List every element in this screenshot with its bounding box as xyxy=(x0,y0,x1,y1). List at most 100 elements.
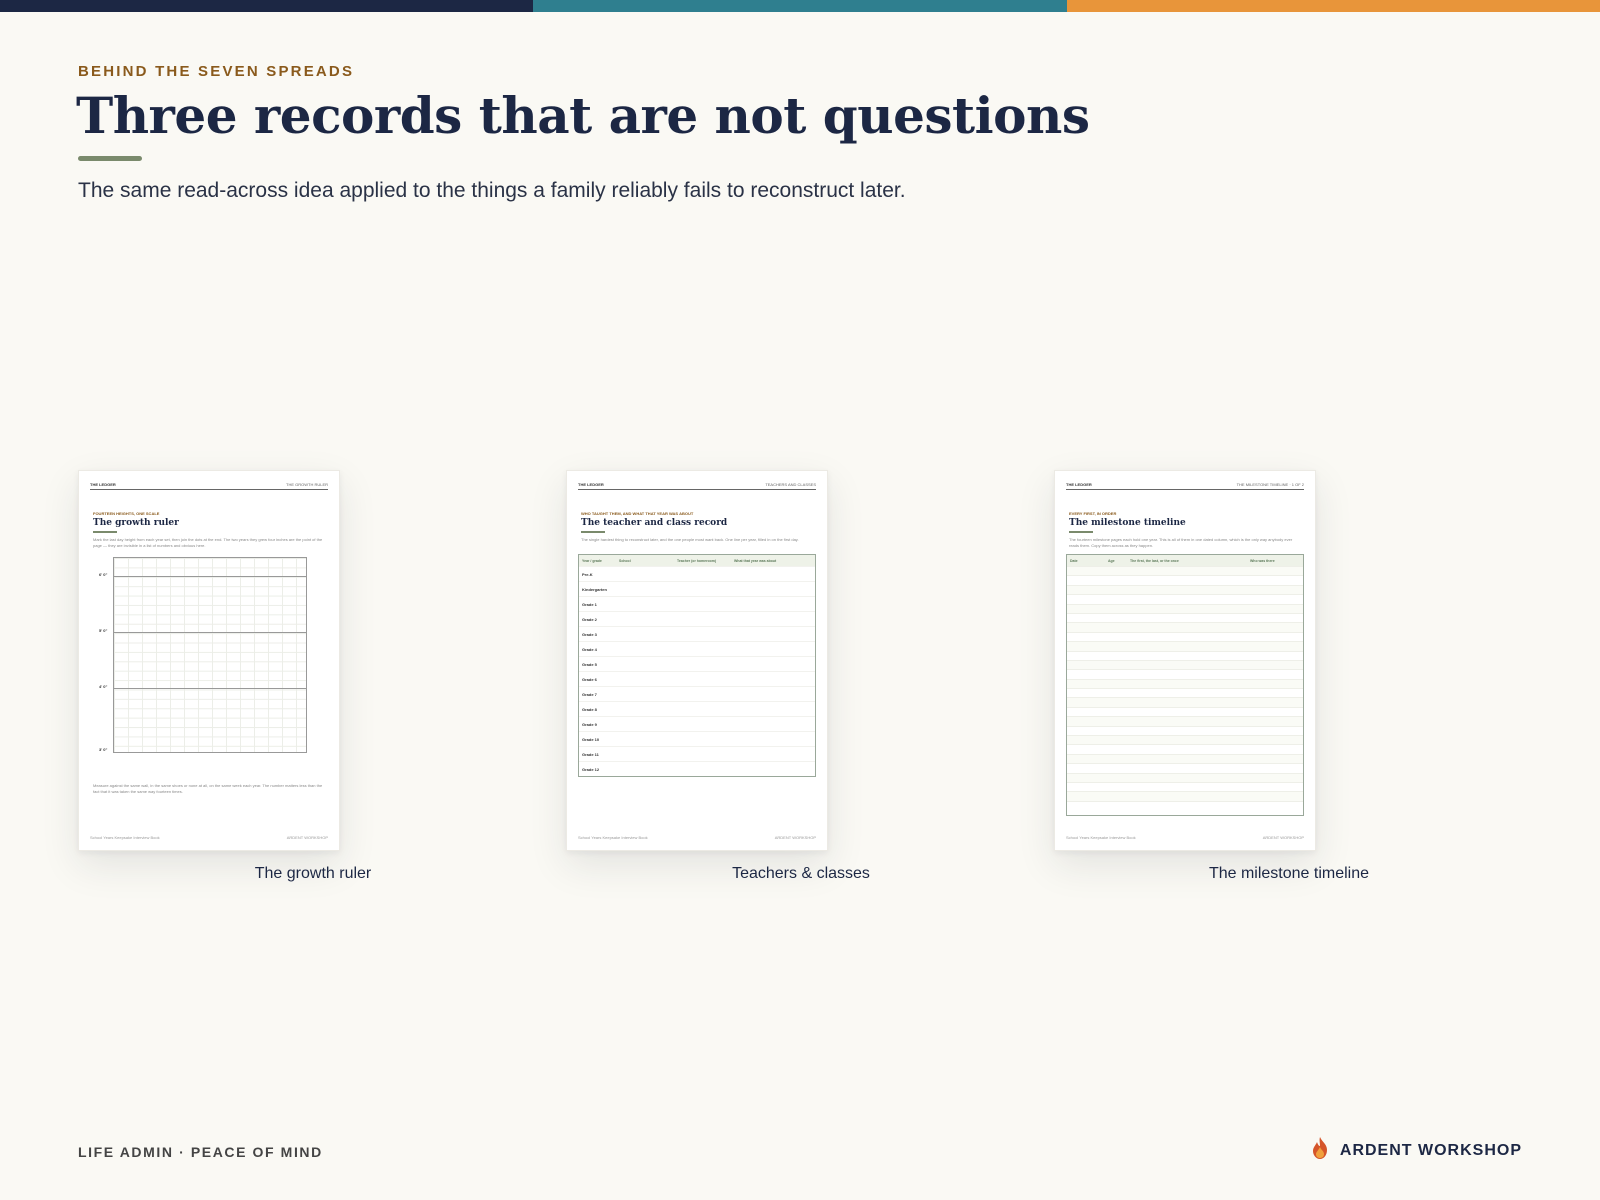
height-grid xyxy=(113,557,307,753)
table-row xyxy=(1067,763,1303,772)
page-footer-left: School Years Keepsake Interview Book xyxy=(90,835,160,840)
table-row xyxy=(1067,791,1303,801)
table-column-header: Date xyxy=(1070,558,1078,563)
page-mini-title: The growth ruler xyxy=(93,518,179,528)
table-row xyxy=(1067,622,1303,632)
table-row: Grade 4 xyxy=(579,641,815,656)
page-footer-right: ARDENT WORKSHOP xyxy=(774,835,816,840)
table-row: Pre-K xyxy=(579,566,815,581)
title-underline xyxy=(78,156,142,161)
page-eyebrow: FOURTEEN HEIGHTS, ONE SCALE xyxy=(93,511,160,516)
table-row xyxy=(1067,650,1303,660)
section-eyebrow: BEHIND THE SEVEN SPREADS xyxy=(78,63,355,80)
card-growth-ruler[interactable]: THE LEDGER THE GROWTH RULER FOURTEEN HEI… xyxy=(78,470,340,851)
page-footer-left: School Years Keepsake Interview Book xyxy=(1066,835,1136,840)
top-bar-orange-segment xyxy=(1066,0,1600,12)
page-footer: School Years Keepsake Interview Book ARD… xyxy=(578,835,816,840)
grade-label: Grade 9 xyxy=(582,721,597,727)
table-row: Grade 6 xyxy=(579,671,815,686)
milestone-table: Date Age The first, the last, or the onc… xyxy=(1066,554,1304,816)
table-row xyxy=(1067,659,1303,670)
table-row: Grade 10 xyxy=(579,731,815,746)
table-row: Grade 9 xyxy=(579,716,815,731)
top-color-bar xyxy=(0,0,1600,12)
page-footer-left: School Years Keepsake Interview Book xyxy=(578,835,648,840)
footer-tagline: LIFE ADMIN · PEACE OF MIND xyxy=(78,1144,323,1160)
table-header: Year / grade School Teacher (or homeroom… xyxy=(579,555,815,566)
brand-name: ARDENT WORKSHOP xyxy=(1339,1141,1522,1159)
table-row: Grade 7 xyxy=(579,686,815,701)
grid-major-line xyxy=(114,576,306,577)
flame-icon xyxy=(1309,1136,1331,1165)
table-column-header: What that year was about xyxy=(734,558,777,563)
card-teachers-classes[interactable]: THE LEDGER TEACHERS AND CLASSES WHO TAUG… xyxy=(566,470,828,851)
page-mini-title: The milestone timeline xyxy=(1069,518,1186,528)
caption-teachers-classes: Teachers & classes xyxy=(732,865,870,882)
grade-label: Grade 1 xyxy=(582,601,597,607)
grade-label: Grade 8 xyxy=(582,706,597,712)
page-header-rule xyxy=(1066,489,1304,490)
grade-label: Pre-K xyxy=(582,571,593,577)
grade-label: Grade 12 xyxy=(582,766,600,772)
page-note: Measure against the same wall, in the sa… xyxy=(93,783,323,794)
page-title-rule xyxy=(1069,531,1093,533)
table-column-header: Who was there xyxy=(1250,558,1275,563)
grade-label: Grade 2 xyxy=(582,616,597,622)
table-row: Grade 12 xyxy=(579,761,815,776)
brand-mark: ARDENT WORKSHOP xyxy=(1309,1136,1522,1165)
caption-growth-ruler: The growth ruler xyxy=(254,865,372,882)
table-row xyxy=(1067,800,1303,810)
table-row xyxy=(1067,716,1303,726)
top-bar-teal-segment xyxy=(533,0,1067,12)
page-intro: Mark the last day height from each year … xyxy=(93,537,323,548)
table-header: Date Age The first, the last, or the onc… xyxy=(1067,555,1303,566)
grid-major-line xyxy=(114,688,306,689)
feet-label: 3' 0" xyxy=(99,747,108,752)
table-row xyxy=(1067,744,1303,753)
page-subtitle: The same read-across idea applied to the… xyxy=(78,179,906,202)
table-row: Grade 1 xyxy=(579,596,815,611)
page-eyebrow: EVERY FIRST, IN ORDER xyxy=(1069,511,1117,516)
page-footer: School Years Keepsake Interview Book ARD… xyxy=(1066,835,1304,840)
grade-label: Grade 10 xyxy=(582,736,600,742)
grade-label: Grade 4 xyxy=(582,646,597,652)
grade-label: Grade 5 xyxy=(582,661,597,667)
table-row xyxy=(1067,612,1303,622)
table-row xyxy=(1067,725,1303,735)
table-row xyxy=(1067,575,1303,584)
card-milestone-timeline[interactable]: THE LEDGER THE MILESTONE TIMELINE · 1 OF… xyxy=(1054,470,1316,851)
milestone-rows xyxy=(1067,566,1303,810)
table-row xyxy=(1067,688,1303,697)
page-title-rule xyxy=(581,531,605,533)
page-eyebrow: WHO TAUGHT THEM, AND WHAT THAT YEAR WAS … xyxy=(581,511,694,516)
grid-major-line xyxy=(114,632,306,633)
grade-label: Grade 6 xyxy=(582,676,597,682)
page-title: Three records that are not questions xyxy=(76,86,1090,145)
table-row: Grade 5 xyxy=(579,656,815,671)
top-bar-navy-segment xyxy=(0,0,534,12)
table-column-header: The first, the last, or the once xyxy=(1130,558,1179,563)
page-mini-title: The teacher and class record xyxy=(581,518,728,528)
table-row xyxy=(1067,735,1303,745)
grade-label: Grade 7 xyxy=(582,691,597,697)
page-footer-right: ARDENT WORKSHOP xyxy=(1262,835,1304,840)
table-row xyxy=(1067,753,1303,764)
table-row xyxy=(1067,706,1303,716)
grade-label: Grade 11 xyxy=(582,751,599,757)
table-row xyxy=(1067,631,1303,641)
page-footer: School Years Keepsake Interview Book ARD… xyxy=(90,835,328,840)
table-row xyxy=(1067,697,1303,707)
table-row xyxy=(1067,641,1303,651)
table-row xyxy=(1067,566,1303,576)
table-column-header: Age xyxy=(1108,558,1115,563)
page-header-rule xyxy=(90,489,328,490)
table-row xyxy=(1067,594,1303,603)
table-row: Grade 11 xyxy=(579,746,815,761)
table-column-header: Year / grade xyxy=(582,558,602,563)
table-column-header: School xyxy=(619,558,631,563)
table-row xyxy=(1067,781,1303,791)
table-row: Grade 2 xyxy=(579,611,815,626)
feet-label: 6' 0" xyxy=(99,572,108,577)
page-footer-right: ARDENT WORKSHOP xyxy=(286,835,328,840)
table-row: Kindergarten xyxy=(579,581,815,596)
